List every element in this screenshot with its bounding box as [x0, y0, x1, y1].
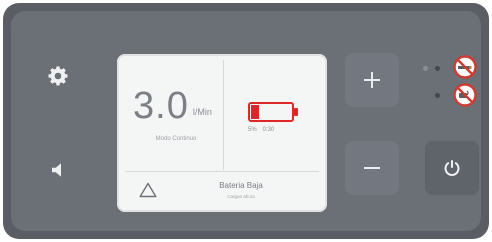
volume-button[interactable] [31, 143, 85, 197]
speaker-icon [52, 163, 61, 177]
flow-readout: 3.0 l/Min [133, 87, 212, 125]
oxygen-concentrator-housing: 3.0 l/Min Modo Continuo 5% 0:30 Bateria … [3, 3, 489, 239]
increase-flow-button[interactable] [345, 53, 399, 107]
battery-time: 0:30 [262, 127, 275, 133]
control-panel: 3.0 l/Min Modo Continuo 5% 0:30 Bateria … [11, 11, 481, 231]
battery-icon [248, 102, 300, 122]
power-button[interactable] [425, 141, 479, 195]
plus-icon [364, 72, 380, 88]
no-smoking-icon [453, 55, 477, 84]
no-smoking-icon [453, 83, 477, 112]
flow-unit: l/Min [192, 107, 212, 117]
minus-icon [364, 167, 380, 169]
battery-fill [251, 105, 259, 119]
alert-title: Bateria Baja [219, 181, 263, 190]
indicator-led-2 [435, 66, 440, 71]
gear-icon [48, 66, 68, 86]
decrease-flow-button[interactable] [345, 141, 399, 195]
indicator-led-1 [423, 66, 428, 71]
mode-label: Modo Continuo [155, 136, 197, 142]
screen-divider-horizontal [125, 171, 319, 172]
power-icon [444, 160, 460, 176]
battery-info: 5% 0:30 [248, 127, 274, 133]
alert-subtitle: Cargue ahora [227, 194, 255, 199]
warning-triangle-icon [139, 182, 157, 203]
display-screen: 3.0 l/Min Modo Continuo 5% 0:30 Bateria … [117, 54, 327, 212]
screen-divider-vertical [223, 60, 224, 170]
indicator-led-3 [435, 93, 440, 98]
battery-percent: 5% [248, 127, 257, 133]
settings-button[interactable] [31, 49, 85, 103]
flow-value: 3.0 [133, 85, 189, 127]
